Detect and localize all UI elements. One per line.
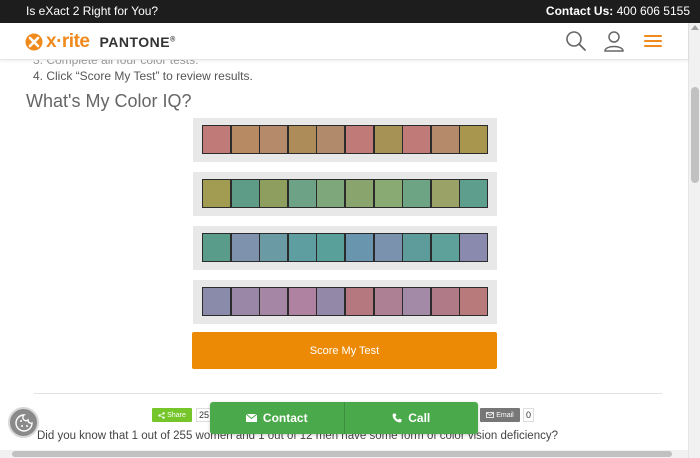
color-swatch[interactable] bbox=[345, 233, 374, 262]
color-swatch[interactable] bbox=[373, 125, 403, 154]
color-swatch[interactable] bbox=[345, 287, 374, 316]
color-swatch[interactable] bbox=[430, 287, 460, 316]
color-swatch[interactable] bbox=[373, 233, 403, 262]
color-row-2 bbox=[193, 172, 497, 216]
color-swatch[interactable] bbox=[259, 233, 289, 262]
color-swatch[interactable] bbox=[316, 233, 346, 262]
page-title: What's My Color IQ? bbox=[26, 91, 192, 111]
share-icon bbox=[158, 411, 165, 419]
color-row-4 bbox=[193, 280, 497, 324]
cookie-settings-button[interactable] bbox=[8, 407, 39, 438]
color-swatch[interactable] bbox=[373, 287, 403, 316]
registered-mark: ® bbox=[170, 36, 176, 44]
color-swatch[interactable] bbox=[402, 233, 432, 262]
envelope-icon bbox=[245, 414, 257, 422]
color-swatch[interactable] bbox=[202, 233, 231, 262]
top-bar: Is eXact 2 Right for You? Contact Us: 40… bbox=[0, 0, 700, 23]
color-swatch[interactable] bbox=[345, 125, 374, 154]
call-label: Call bbox=[408, 411, 431, 425]
score-my-test-button[interactable]: Score My Test bbox=[192, 332, 497, 369]
color-swatch[interactable] bbox=[345, 179, 374, 208]
color-swatch[interactable] bbox=[459, 287, 489, 316]
color-swatch[interactable] bbox=[459, 179, 489, 208]
color-swatch[interactable] bbox=[287, 125, 317, 154]
scroll-up-arrow-icon[interactable] bbox=[691, 25, 699, 30]
color-row-1 bbox=[193, 118, 497, 162]
color-swatch[interactable] bbox=[316, 287, 346, 316]
color-swatch[interactable] bbox=[430, 233, 460, 262]
color-swatch[interactable] bbox=[259, 179, 289, 208]
share-button[interactable]: Share bbox=[152, 408, 192, 422]
brand-pantone-text: PANTONE bbox=[99, 34, 171, 50]
color-swatch[interactable] bbox=[230, 179, 260, 208]
color-swatch[interactable] bbox=[259, 125, 289, 154]
promo-link[interactable]: Is eXact 2 Right for You? bbox=[26, 4, 158, 18]
call-button[interactable]: Call bbox=[345, 402, 479, 434]
email-button[interactable]: Email bbox=[480, 408, 520, 422]
contact-info[interactable]: Contact Us: 400 606 5155 bbox=[546, 4, 690, 18]
color-swatch[interactable] bbox=[316, 125, 346, 154]
phone-icon bbox=[392, 413, 402, 423]
color-swatch[interactable] bbox=[287, 179, 317, 208]
color-swatch[interactable] bbox=[402, 179, 432, 208]
share-label: Share bbox=[167, 411, 186, 419]
color-swatch[interactable] bbox=[230, 233, 260, 262]
xrite-logo-icon bbox=[25, 33, 43, 51]
vertical-scrollbar[interactable] bbox=[688, 23, 700, 458]
envelope-icon bbox=[486, 412, 495, 418]
color-swatch[interactable] bbox=[202, 287, 231, 316]
brand-xrite: x·rite bbox=[46, 31, 90, 52]
user-icon[interactable] bbox=[602, 29, 626, 53]
color-swatch[interactable] bbox=[373, 179, 403, 208]
color-swatch[interactable] bbox=[259, 287, 289, 316]
horizontal-scrollbar[interactable] bbox=[0, 450, 688, 458]
color-swatch[interactable] bbox=[287, 233, 317, 262]
contact-phone: 400 606 5155 bbox=[616, 4, 690, 18]
scrollbar-thumb[interactable] bbox=[691, 87, 699, 183]
horizontal-scrollbar-thumb[interactable] bbox=[12, 451, 672, 457]
color-swatch[interactable] bbox=[230, 125, 260, 154]
email-count: 0 bbox=[523, 408, 535, 422]
color-swatch[interactable] bbox=[459, 233, 489, 262]
site-header: x·rite PANTONE® bbox=[0, 23, 688, 60]
color-swatch[interactable] bbox=[430, 125, 460, 154]
cookie-icon bbox=[14, 413, 33, 432]
step-4: 4. Click “Score My Test” to review resul… bbox=[33, 69, 253, 83]
color-swatch[interactable] bbox=[430, 179, 460, 208]
color-swatch[interactable] bbox=[202, 179, 231, 208]
color-swatch[interactable] bbox=[402, 287, 432, 316]
color-swatch[interactable] bbox=[459, 125, 489, 154]
divider bbox=[34, 393, 662, 394]
contact-button[interactable]: Contact bbox=[210, 402, 344, 434]
color-swatch[interactable] bbox=[287, 287, 317, 316]
brand-logo[interactable]: x·rite PANTONE® bbox=[25, 31, 176, 53]
search-icon[interactable] bbox=[564, 29, 588, 53]
color-row-3 bbox=[193, 226, 497, 270]
color-swatch[interactable] bbox=[202, 125, 231, 154]
contact-label: Contact bbox=[262, 411, 308, 425]
color-swatch[interactable] bbox=[230, 287, 260, 316]
brand-pantone: PANTONE® bbox=[99, 34, 175, 50]
email-label: Email bbox=[496, 411, 514, 419]
hamburger-menu-icon[interactable] bbox=[641, 29, 665, 53]
contact-call-bar: Contact Call bbox=[210, 402, 478, 434]
contact-label: Contact Us: bbox=[545, 4, 614, 18]
color-swatch[interactable] bbox=[316, 179, 346, 208]
color-swatch[interactable] bbox=[402, 125, 432, 154]
